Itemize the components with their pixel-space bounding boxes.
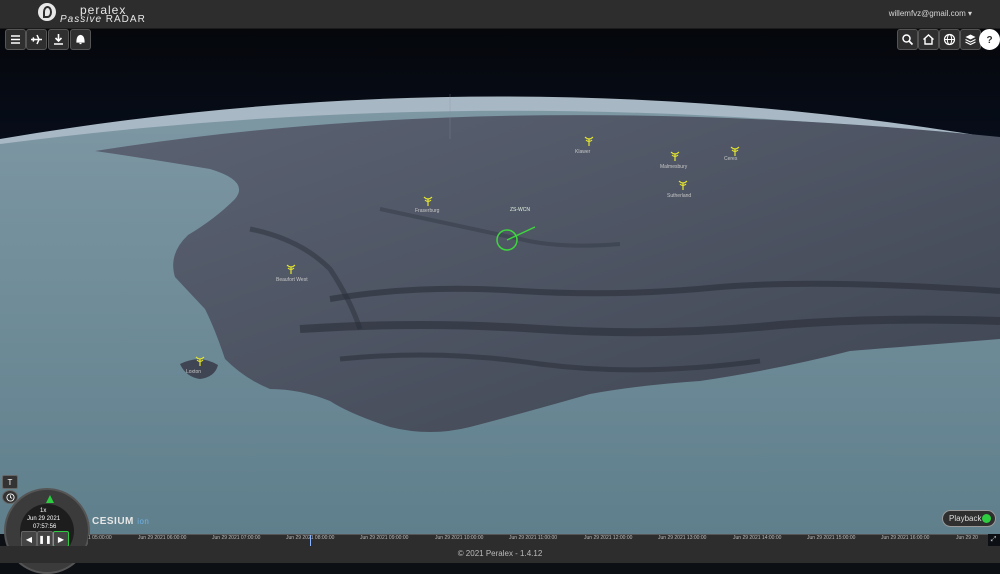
antenna-icon (730, 146, 740, 156)
download-icon (54, 34, 63, 45)
antenna-icon (195, 356, 205, 366)
clock-date: Jun 29 2021 (27, 516, 61, 522)
play-button[interactable]: ▶ (53, 531, 69, 547)
footer: © 2021 Peralex - 1.4.12 (0, 546, 1000, 563)
timeline-tick: Jun 29 20 (956, 535, 978, 541)
site-label: Klawer (575, 149, 591, 155)
help-icon: ? (986, 35, 992, 46)
antenna-icon (584, 136, 594, 146)
t-button[interactable]: T (2, 475, 18, 489)
help-button[interactable]: ? (979, 29, 1000, 50)
timeline-tick: Jun 29 2021 10:00:00 (435, 535, 484, 541)
site-label: Fraserburg (415, 208, 440, 214)
site-label: Loxton (186, 369, 202, 375)
antenna-icon (286, 264, 296, 274)
antenna-icon (678, 180, 688, 190)
peralex-logo-icon (38, 3, 56, 21)
top-navbar: peralex Passive RADAR willemfvz@gmail.co… (0, 0, 1000, 29)
reverse-button[interactable]: ◀ (21, 531, 37, 547)
site-label: Malmesbury (660, 164, 688, 170)
fullscreen-button[interactable]: ⤢ (988, 534, 999, 546)
cesium-credit[interactable]: CESIUM ion (92, 516, 149, 527)
clock-speed: 1x (40, 508, 47, 514)
user-menu[interactable]: willemfvz@gmail.com ▾ (889, 9, 972, 18)
airplane-icon (31, 34, 42, 45)
timeline-tick: Jun 29 2021 13:00:00 (658, 535, 707, 541)
download-button[interactable] (48, 29, 69, 50)
target-label: ZS-WCN (510, 207, 530, 213)
globe-scene-svg (0, 29, 1000, 534)
footer-copyright: © 2021 Peralex - 1.4.12 (457, 549, 543, 558)
site-label: Sutherland (667, 193, 692, 199)
alerts-button[interactable] (70, 29, 91, 50)
search-icon (902, 34, 914, 46)
scene-mode-button[interactable] (939, 29, 960, 50)
play-icon: ▶ (57, 534, 65, 544)
layers-icon (965, 34, 976, 46)
timeline-tick: Jun 29 2021 16:00:00 (881, 535, 930, 541)
timeline-tick: Jun 29 2021 11:00:00 (509, 535, 558, 541)
playback-toggle[interactable]: Playback (942, 510, 996, 527)
cesium-ion-label: ion (137, 517, 150, 526)
menu-button[interactable] (5, 29, 26, 50)
brand-product: Passive RADAR (60, 14, 146, 25)
aircraft-button[interactable] (26, 29, 47, 50)
brand-product-italic: Passive (60, 14, 103, 25)
timeline-tick: Jun 29 2021 09:00:00 (360, 535, 409, 541)
pause-button[interactable]: ❚❚ (37, 531, 53, 547)
globe-viewer[interactable] (0, 29, 1000, 534)
playback-status-dot (982, 514, 991, 523)
play-reverse-icon: ◀ (25, 534, 33, 544)
layers-button[interactable] (960, 29, 981, 50)
timeline-tick: Jun 29 2021 14:00:00 (733, 535, 782, 541)
brand-product-rest: RADAR (102, 14, 146, 25)
user-email: willemfvz@gmail.com (888, 9, 966, 18)
timeline-tick: Jun 29 2021 15:00:00 (807, 535, 856, 541)
timeline-tick: Jun 29 2021 07:00:00 (212, 535, 261, 541)
site-label: Beaufort West (276, 277, 308, 283)
antenna-icon (423, 196, 433, 206)
menu-icon (11, 35, 20, 44)
fullscreen-icon: ⤢ (990, 536, 997, 543)
clock-time: 07:57:56 (33, 524, 57, 530)
cesium-logo: CESIUM (92, 516, 134, 527)
home-button[interactable] (918, 29, 939, 50)
search-button[interactable] (897, 29, 918, 50)
timeline-tick: 1 05:00:00 (88, 535, 112, 541)
home-icon (923, 34, 934, 45)
svg-text:?: ? (986, 35, 992, 46)
site-label: Ceres (724, 156, 738, 162)
globe-icon (943, 33, 956, 46)
playback-label: Playback (949, 514, 982, 523)
pause-icon: ❚❚ (38, 534, 52, 544)
antenna-icon (670, 151, 680, 161)
timeline-tick: Jun 29 2021 12:00:00 (584, 535, 633, 541)
timeline-tick: Jun 29 2021 06:00:00 (138, 535, 187, 541)
bell-icon (76, 34, 85, 45)
